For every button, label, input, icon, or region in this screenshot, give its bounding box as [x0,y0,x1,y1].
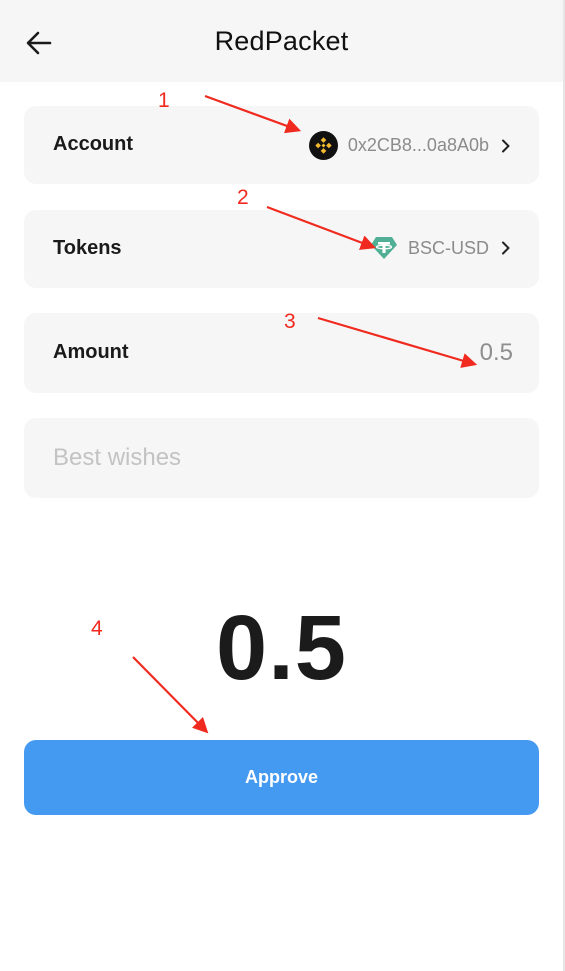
token-selector[interactable]: BSC-USD [370,235,513,261]
tether-usdt-icon [370,237,397,259]
amount-label: Amount [53,341,129,363]
header-bar: RedPacket [0,0,563,82]
account-selector[interactable]: 0x2CB8...0a8A0b [308,131,513,160]
annotation-number-2: 2 [237,186,249,209]
amount-row[interactable]: Amount 0.5 [24,313,539,393]
token-name: BSC-USD [407,237,489,258]
total-amount: 0.5 [216,597,347,699]
amount-input[interactable]: 0.5 [480,339,513,367]
chevron-right-icon [499,239,513,257]
redpacket-page: RedPacket Account 0x2CB8...0a8A0b Tokens… [0,0,565,971]
tokens-row[interactable]: Tokens BSC-USD [24,210,539,288]
account-label: Account [53,133,133,155]
annotation-number-1: 1 [158,89,170,112]
wishes-field[interactable] [24,418,539,498]
chevron-right-icon [499,137,513,155]
bnb-chain-icon [308,131,338,160]
account-row[interactable]: Account 0x2CB8...0a8A0b [24,106,539,184]
approve-button[interactable]: Approve [24,740,539,815]
tokens-label: Tokens [53,237,122,259]
annotation-number-4: 4 [91,617,103,640]
annotation-number-3: 3 [284,310,296,333]
account-address: 0x2CB8...0a8A0b [347,135,489,155]
wishes-input[interactable] [24,418,539,498]
page-title: RedPacket [214,26,349,56]
